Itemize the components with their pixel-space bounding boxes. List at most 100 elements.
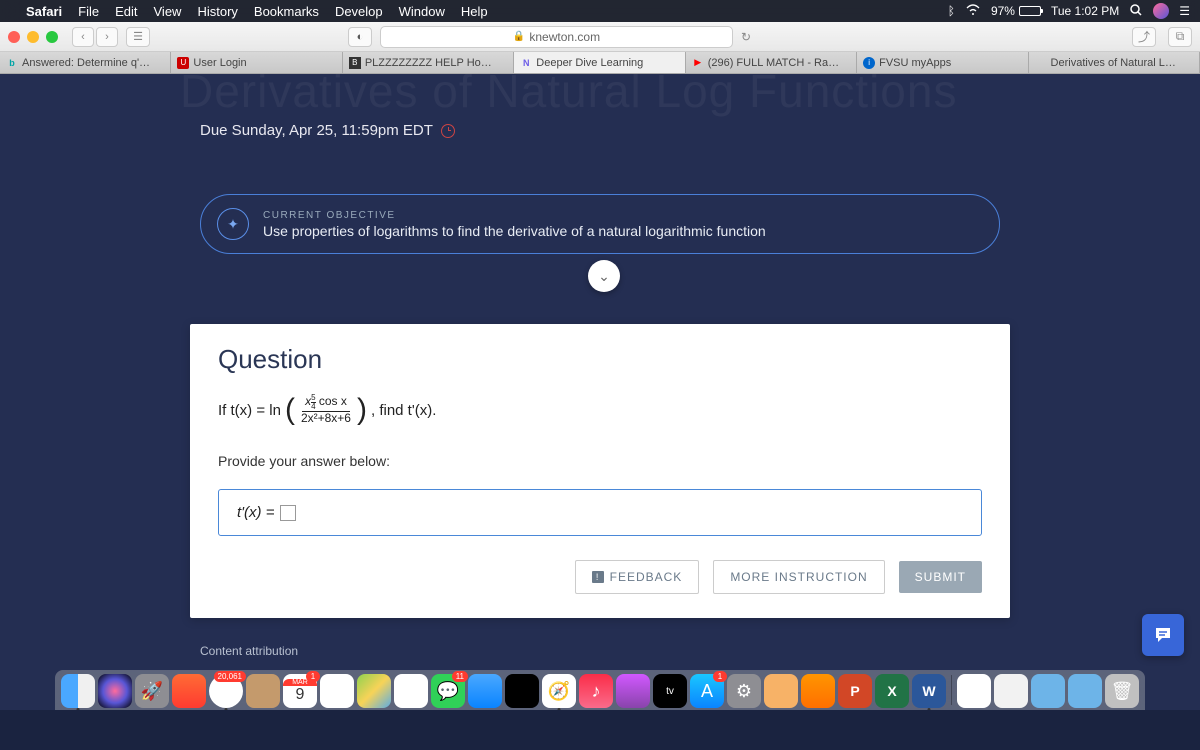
question-heading: Question xyxy=(218,344,982,375)
tab-youtube[interactable]: ▶(296) FULL MATCH - Ra… xyxy=(686,52,857,73)
battery-status[interactable]: 97% xyxy=(991,4,1041,18)
star-icon: ✦ xyxy=(217,208,249,240)
due-date: Due Sunday, Apr 25, 11:59pm EDT xyxy=(200,122,455,139)
dock-safari[interactable]: 🧭 xyxy=(542,674,576,708)
background-title-fragment: Derivatives of Natural Log Functions xyxy=(180,74,957,118)
minimize-window-button[interactable] xyxy=(27,31,39,43)
question-card: Question If t(x) = ln ( x54 cos x 2x²+8x… xyxy=(190,324,1010,618)
feedback-button[interactable]: !FEEDBACK xyxy=(575,560,700,594)
page-content: Derivatives of Natural Log Functions Due… xyxy=(0,74,1200,710)
dock-chrome[interactable]: 20,061 xyxy=(209,674,243,708)
knewton-icon: N xyxy=(520,57,532,69)
dock-appstore[interactable]: A1 xyxy=(690,674,724,708)
macos-menubar: Safari File Edit View History Bookmarks … xyxy=(0,0,1200,22)
address-bar[interactable]: 🔒 knewton.com xyxy=(380,26,733,48)
objective-description: Use properties of logarithms to find the… xyxy=(263,223,766,239)
dock-maps[interactable] xyxy=(357,674,391,708)
dock-mail[interactable] xyxy=(468,674,502,708)
dock-messages[interactable]: 💬11 xyxy=(431,674,465,708)
dock-contacts[interactable] xyxy=(246,674,280,708)
privacy-shield-button[interactable]: ◐ xyxy=(348,27,372,47)
objective-label: CURRENT OBJECTIVE xyxy=(263,210,766,221)
back-button[interactable]: ‹ xyxy=(72,27,94,47)
chat-button[interactable] xyxy=(1142,614,1184,656)
fullscreen-window-button[interactable] xyxy=(46,31,58,43)
lock-icon: 🔒 xyxy=(513,31,525,42)
traffic-lights xyxy=(8,31,58,43)
menu-bookmarks[interactable]: Bookmarks xyxy=(254,4,319,19)
generic-tab-icon xyxy=(1035,57,1047,69)
dock-finder[interactable] xyxy=(61,674,95,708)
tab-answered[interactable]: bAnswered: Determine q'… xyxy=(0,52,171,73)
battery-icon xyxy=(1019,6,1041,16)
notification-center-icon[interactable]: ☰ xyxy=(1179,4,1190,18)
dock-excel[interactable]: X xyxy=(875,674,909,708)
menu-window[interactable]: Window xyxy=(399,4,445,19)
close-window-button[interactable] xyxy=(8,31,20,43)
url-host: knewton.com xyxy=(529,30,600,44)
sidebar-toggle-button[interactable]: ☰ xyxy=(126,27,150,47)
bluetooth-icon[interactable]: ᛒ xyxy=(948,4,955,18)
dock-launchpad[interactable]: 🚀 xyxy=(135,674,169,708)
content-attribution[interactable]: Content attribution xyxy=(200,644,298,658)
dock-photos[interactable]: ✿ xyxy=(394,674,428,708)
provide-answer-label: Provide your answer below: xyxy=(218,453,982,469)
tab-overview-button[interactable]: ⧉ xyxy=(1168,27,1192,47)
wifi-icon[interactable] xyxy=(965,4,981,19)
dock-reminders[interactable] xyxy=(320,674,354,708)
brainly-icon: B xyxy=(349,57,361,69)
bartleby-icon: b xyxy=(6,57,18,69)
spotlight-icon[interactable] xyxy=(1129,3,1143,20)
info-icon: i xyxy=(863,57,875,69)
tab-strip: bAnswered: Determine q'… UUser Login BPL… xyxy=(0,52,1200,74)
dock-app1[interactable] xyxy=(764,674,798,708)
menu-edit[interactable]: Edit xyxy=(115,4,137,19)
dock-music[interactable]: ♪ xyxy=(579,674,613,708)
tab-user-login[interactable]: UUser Login xyxy=(171,52,342,73)
expand-down-button[interactable]: ⌄ xyxy=(588,260,620,292)
dock-acrobat[interactable] xyxy=(957,674,991,708)
tab-derivatives[interactable]: Derivatives of Natural L… xyxy=(1029,52,1200,73)
dock-tv[interactable]: tv xyxy=(653,674,687,708)
battery-percent: 97% xyxy=(991,4,1015,18)
menubar-clock[interactable]: Tue 1:02 PM xyxy=(1051,4,1119,18)
dock-calendar[interactable]: MAR91 xyxy=(283,674,317,708)
math-input-box[interactable] xyxy=(280,505,296,521)
dock-trash[interactable]: 🗑 xyxy=(1105,674,1139,708)
dock-powerpoint[interactable]: P xyxy=(838,674,872,708)
tab-deeper-dive[interactable]: NDeeper Dive Learning xyxy=(514,52,685,73)
app-name[interactable]: Safari xyxy=(26,4,62,19)
dock-folder1[interactable] xyxy=(1031,674,1065,708)
menu-file[interactable]: File xyxy=(78,4,99,19)
forward-button[interactable]: › xyxy=(96,27,118,47)
tab-fvsu[interactable]: iFVSU myApps xyxy=(857,52,1028,73)
control-center-icon[interactable] xyxy=(1153,3,1169,19)
macos-dock: 🚀 20,061 MAR91 ✿ 💬11 🧭 ♪ tv A1 ⚙ P X W 🗑 xyxy=(55,670,1145,710)
youtube-icon: ▶ xyxy=(692,57,704,69)
dock-word[interactable]: W xyxy=(912,674,946,708)
dock-podcasts[interactable] xyxy=(616,674,650,708)
menu-history[interactable]: History xyxy=(197,4,237,19)
current-objective-pill: ✦ CURRENT OBJECTIVE Use properties of lo… xyxy=(200,194,1000,254)
answer-input[interactable]: t'(x) = xyxy=(218,489,982,536)
share-button[interactable]: ⤴ xyxy=(1132,27,1156,47)
dock-folder2[interactable] xyxy=(1068,674,1102,708)
reload-button[interactable]: ↻ xyxy=(741,30,761,44)
dock-activity[interactable] xyxy=(172,674,206,708)
more-instruction-button[interactable]: MORE INSTRUCTION xyxy=(713,560,884,594)
menu-view[interactable]: View xyxy=(154,4,182,19)
safari-toolbar: ‹ › ☰ ◐ 🔒 knewton.com ↻ ⤴ ⧉ xyxy=(0,22,1200,52)
feedback-icon: ! xyxy=(592,571,604,583)
menu-develop[interactable]: Develop xyxy=(335,4,383,19)
dock-downloads[interactable] xyxy=(994,674,1028,708)
dock-siri[interactable] xyxy=(98,674,132,708)
dock-pages[interactable] xyxy=(801,674,835,708)
menu-help[interactable]: Help xyxy=(461,4,488,19)
submit-button[interactable]: SUBMIT xyxy=(899,561,982,593)
fraction: x54 cos x 2x²+8x+6 xyxy=(301,394,351,425)
login-icon: U xyxy=(177,57,189,69)
dock-preferences[interactable]: ⚙ xyxy=(727,674,761,708)
tab-help[interactable]: BPLZZZZZZZZ HELP Ho… xyxy=(343,52,514,73)
dock-stocks[interactable] xyxy=(505,674,539,708)
clock-icon xyxy=(441,124,455,138)
